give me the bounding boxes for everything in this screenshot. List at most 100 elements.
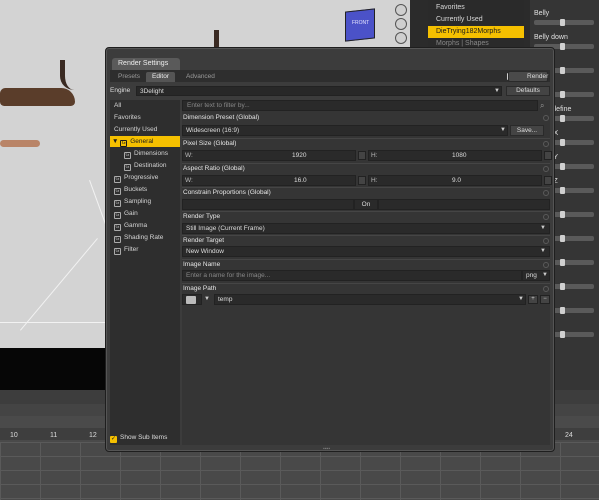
category-currently-used[interactable]: Currently Used <box>428 14 524 26</box>
show-sub-items-checkbox[interactable]: ✓ Show Sub Items <box>110 434 167 443</box>
nav-item-label: General <box>130 138 154 145</box>
tab-editor[interactable]: Editor <box>146 72 175 82</box>
defaults-button[interactable]: Defaults <box>506 86 550 96</box>
tab-advanced[interactable]: Advanced <box>180 72 221 82</box>
chevron-down-icon[interactable]: ▼ <box>204 296 210 302</box>
constrain-toggle[interactable]: On <box>354 199 378 210</box>
category-favorites[interactable]: Favorites <box>428 2 524 14</box>
nav-item-dimensions[interactable]: G Dimensions <box>110 148 180 159</box>
dialog-title[interactable]: Render Settings <box>112 58 180 70</box>
pixel-width-field[interactable] <box>182 150 356 161</box>
nav-item-all[interactable]: All <box>110 100 180 111</box>
nav-item-general[interactable]: ▼ G General <box>110 136 180 147</box>
pin-icon[interactable] <box>543 166 549 172</box>
pin-icon[interactable] <box>543 214 549 220</box>
nav-item-buckets[interactable]: G Buckets <box>110 184 180 195</box>
gear-icon: G <box>114 212 121 219</box>
pixel-height-value: 1080 <box>452 152 467 159</box>
zoom-icon[interactable] <box>395 32 407 44</box>
chevron-down-icon[interactable]: ▼ <box>500 127 506 133</box>
pan-icon[interactable] <box>395 18 407 30</box>
chevron-down-icon[interactable]: ▼ <box>540 248 546 254</box>
dimension-preset-label: Dimension Preset (Global) <box>183 114 260 121</box>
height-stepper[interactable] <box>544 151 552 160</box>
pin-icon[interactable] <box>543 115 549 121</box>
render-button[interactable]: Render <box>508 71 548 82</box>
folder-button[interactable] <box>182 294 202 305</box>
image-name-input[interactable]: Enter a name for the image... <box>182 270 522 281</box>
nav-item-progressive[interactable]: G Progressive <box>110 172 180 183</box>
gear-icon: G <box>114 200 121 207</box>
nav-item-favorites[interactable]: Favorites <box>110 112 180 123</box>
morph-slider-row[interactable]: Belly <box>530 10 599 30</box>
morph-slider[interactable] <box>534 19 594 26</box>
render-settings-dialog: Render Settings Presets Editor Advanced … <box>105 47 555 452</box>
gear-icon: G <box>114 224 121 231</box>
nav-item-destination[interactable]: G Destination <box>110 160 180 171</box>
nav-item-label: Shading Rate <box>124 234 164 241</box>
engine-select[interactable]: 3Delight <box>136 86 502 96</box>
aspect-width-stepper[interactable] <box>358 176 366 185</box>
aspect-height-value: 9.0 <box>452 177 462 184</box>
nav-item-sampling[interactable]: G Sampling <box>110 196 180 207</box>
grid-line <box>20 238 98 331</box>
gear-icon: G <box>124 164 131 171</box>
tick-label: 10 <box>10 432 18 439</box>
morph-label: Belly <box>534 10 550 17</box>
nav-item-label: Gain <box>124 210 138 217</box>
pin-icon[interactable] <box>543 286 549 292</box>
divider <box>182 259 550 260</box>
width-label: W: <box>185 177 193 184</box>
image-path-select[interactable]: temp <box>214 294 526 305</box>
nav-item-currently-used[interactable]: Currently Used <box>110 124 180 135</box>
aspect-width-field[interactable] <box>182 175 356 186</box>
divider <box>182 211 550 212</box>
resize-grip-icon[interactable]: ▪▪▪▪ <box>323 446 330 452</box>
orbit-icon[interactable] <box>395 4 407 16</box>
gear-icon: G <box>114 188 121 195</box>
divider <box>182 283 550 284</box>
remove-path-button[interactable]: − <box>540 295 550 304</box>
constrain-spacer <box>378 199 550 210</box>
pin-icon[interactable] <box>543 262 549 268</box>
nav-item-label: Sampling <box>124 198 152 205</box>
nav-item-label: Filter <box>124 246 139 253</box>
chevron-down-icon[interactable]: ▼ <box>540 225 546 231</box>
divider <box>182 235 550 236</box>
checkmark-icon: ✓ <box>110 436 117 443</box>
aspect-height-stepper[interactable] <box>544 176 552 185</box>
nav-item-shading-rate[interactable]: G Shading Rate <box>110 232 180 243</box>
nav-item-label: Buckets <box>124 186 148 193</box>
tab-presets[interactable]: Presets <box>112 72 146 82</box>
search-icon[interactable]: ⌕ <box>540 100 550 111</box>
chevron-down-icon[interactable]: ▼ <box>112 138 120 145</box>
render-target-label: Render Target <box>183 237 225 244</box>
divider <box>182 138 550 139</box>
render-type-label: Render Type <box>183 213 221 220</box>
nav-item-gain[interactable]: G Gain <box>110 208 180 219</box>
render-type-select[interactable]: Still Image (Current Frame) <box>182 223 550 234</box>
nav-item-gamma[interactable]: G Gamma <box>110 220 180 231</box>
chevron-down-icon[interactable]: ▼ <box>518 296 524 302</box>
image-path-label: Image Path <box>183 285 217 292</box>
pixel-width-value: 1920 <box>292 152 307 159</box>
render-target-select[interactable]: New Window <box>182 246 550 257</box>
chevron-down-icon[interactable]: ▼ <box>494 88 500 94</box>
gear-icon: G <box>114 236 121 243</box>
pin-icon[interactable] <box>543 141 549 147</box>
nav-item-filter[interactable]: G Filter <box>110 244 180 255</box>
dimension-preset-select[interactable]: Widescreen (16:9) <box>182 125 508 136</box>
filter-input[interactable]: Enter text to filter by... <box>182 100 538 111</box>
category-dietrying-morphs[interactable]: DieTrying182Morphs <box>428 26 524 38</box>
constrain-off-field[interactable] <box>182 199 354 210</box>
divider <box>182 163 550 164</box>
chevron-down-icon[interactable]: ▼ <box>542 272 548 278</box>
image-name-label: Image Name <box>183 261 221 268</box>
save-preset-button[interactable]: Save... <box>510 125 544 136</box>
pin-icon[interactable] <box>543 238 549 244</box>
pin-icon[interactable] <box>543 190 549 196</box>
width-stepper[interactable] <box>358 151 366 160</box>
tick-label: 24 <box>565 432 573 439</box>
add-path-button[interactable]: + <box>528 295 538 304</box>
figure-horn <box>60 60 74 90</box>
